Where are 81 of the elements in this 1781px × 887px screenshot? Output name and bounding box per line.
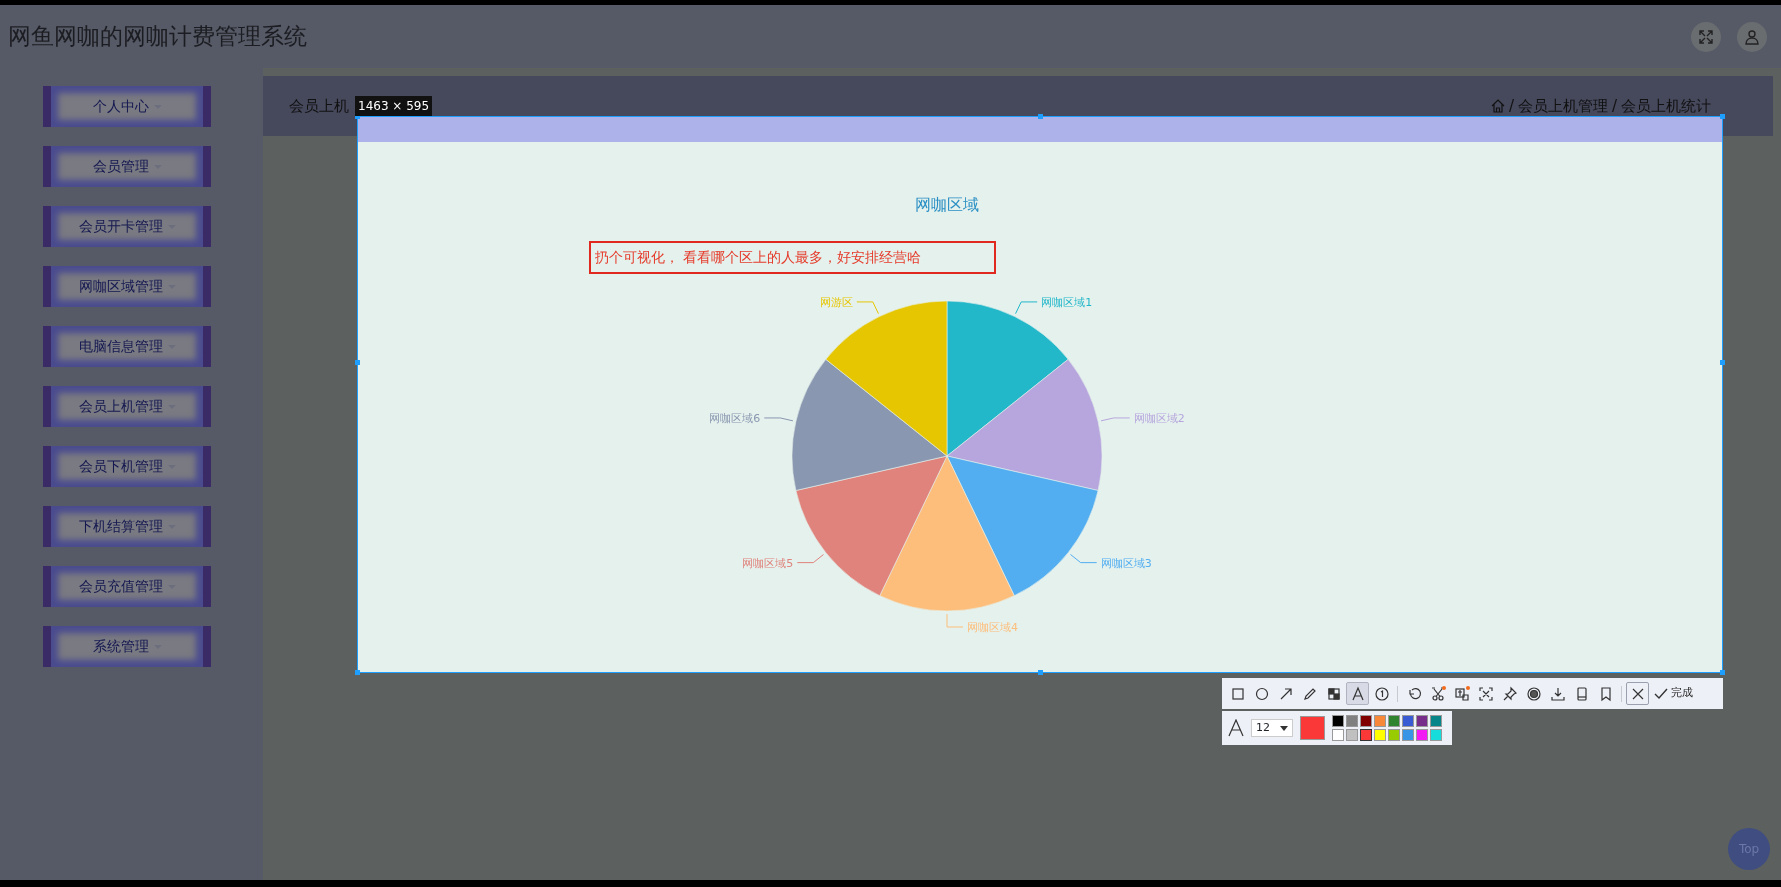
color-swatch[interactable]: [1374, 729, 1386, 741]
circle-icon: [1253, 685, 1270, 702]
breadcrumb-separator: /: [1508, 95, 1514, 117]
scissors-icon: [1429, 685, 1446, 702]
tool-button[interactable]: [1346, 682, 1369, 705]
leader-line: [1070, 554, 1098, 564]
resize-handle[interactable]: [1720, 114, 1725, 119]
color-swatch[interactable]: [1416, 715, 1428, 727]
color-swatch[interactable]: [1430, 729, 1442, 741]
expand-icon: [1698, 28, 1714, 45]
slice-label: 网咖区域5: [742, 556, 794, 570]
font-size-select[interactable]: 12: [1251, 719, 1293, 737]
sidebar-menu-button[interactable]: 电脑信息管理: [43, 326, 211, 367]
mosaic-icon: [1325, 685, 1342, 702]
scan-icon: [1477, 685, 1494, 702]
sidebar-menu-button[interactable]: 会员开卡管理: [43, 206, 211, 247]
record-icon: [1525, 685, 1542, 702]
sidebar-menu-button[interactable]: 下机结算管理: [43, 506, 211, 547]
color-swatch[interactable]: [1430, 715, 1442, 727]
breadcrumb-separator: /: [1611, 95, 1617, 117]
color-swatch[interactable]: [1416, 729, 1428, 741]
font-icon: [1228, 719, 1244, 737]
number-icon: [1373, 685, 1390, 702]
slice-label: 网游区: [819, 295, 853, 309]
sidebar-menu-button[interactable]: 网咖区域管理: [43, 266, 211, 307]
resize-handle[interactable]: [1720, 670, 1725, 675]
sidebar-menu-button[interactable]: 会员管理: [43, 146, 211, 187]
page-title: 会员上机: [289, 95, 349, 117]
breadcrumb-link[interactable]: 会员上机管理: [1517, 94, 1608, 118]
sidebar-menu-button[interactable]: 会员充值管理: [43, 566, 211, 607]
leader-line: [1015, 301, 1038, 315]
color-swatch[interactable]: [1360, 715, 1372, 727]
size-label: 1463 × 595: [355, 96, 433, 116]
color-swatch[interactable]: [1360, 729, 1372, 741]
resize-handle[interactable]: [355, 670, 360, 675]
resize-handle[interactable]: [1720, 360, 1725, 365]
slice-label: 网咖区域3: [1100, 556, 1152, 570]
rectangle-icon: [1229, 685, 1246, 702]
sidebar-menu-button[interactable]: 会员上机管理: [43, 386, 211, 427]
color-swatch[interactable]: [1374, 715, 1386, 727]
download-icon: [1549, 685, 1566, 702]
sidebar-menu-button[interactable]: 系统管理: [43, 626, 211, 667]
done-button[interactable]: 完成: [1650, 685, 1697, 702]
color-swatch[interactable]: [1402, 715, 1414, 727]
leader-line: [796, 554, 824, 564]
text-icon: [1349, 685, 1366, 702]
check-icon: [1654, 686, 1668, 701]
color-swatch[interactable]: [1346, 715, 1358, 727]
color-swatch[interactable]: [1388, 715, 1400, 727]
leader-line: [1100, 417, 1131, 422]
color-swatch[interactable]: [1346, 729, 1358, 741]
home-icon[interactable]: [1490, 99, 1505, 113]
breadcrumb-current: 会员上机统计: [1621, 95, 1711, 117]
annotation-box: 扔个可视化， 看看哪个区上的人最多，好安排经营哈: [589, 241, 996, 274]
user-button[interactable]: [1737, 21, 1767, 52]
resize-handle[interactable]: [355, 360, 360, 365]
tool-button[interactable]: [1626, 682, 1649, 705]
current-color-swatch[interactable]: [1300, 716, 1325, 740]
caret-icon: [1280, 725, 1288, 731]
chart-title: 网咖区域: [915, 195, 979, 214]
resize-handle[interactable]: [1038, 114, 1043, 119]
resize-handle[interactable]: [1038, 670, 1043, 675]
fullscreen-button[interactable]: [1691, 21, 1721, 52]
user-icon: [1744, 28, 1760, 45]
sidebar-menu-button[interactable]: 会员下机管理: [43, 446, 211, 487]
pin-icon: [1501, 685, 1518, 702]
slice-label: 网咖区域6: [709, 411, 761, 425]
slice-label: 网咖区域1: [1041, 295, 1093, 309]
leader-line: [946, 613, 964, 628]
capture-selection[interactable]: 网咖区域 网游区 网咖区域1 网咖区域6 网咖区域2 网咖区域5 网咖区域3 网咖区域4 扔个可视化， 看看哪个区上的人最多，好安排经营哈: [357, 116, 1723, 673]
sidebar-menu-button[interactable]: 个人中心: [43, 86, 211, 127]
slice-label: 网咖区域4: [967, 621, 1018, 634]
color-swatch[interactable]: [1332, 715, 1344, 727]
color-swatch[interactable]: [1332, 729, 1344, 741]
slice-label: 网咖区域2: [1133, 411, 1185, 425]
text-scan-icon: [1453, 685, 1470, 702]
leader-line: [763, 417, 794, 422]
color-swatch[interactable]: [1388, 729, 1400, 741]
leader-line: [856, 301, 879, 315]
color-swatch[interactable]: [1402, 729, 1414, 741]
app-title: 网鱼网咖的网咖计费管理系统: [8, 22, 307, 52]
